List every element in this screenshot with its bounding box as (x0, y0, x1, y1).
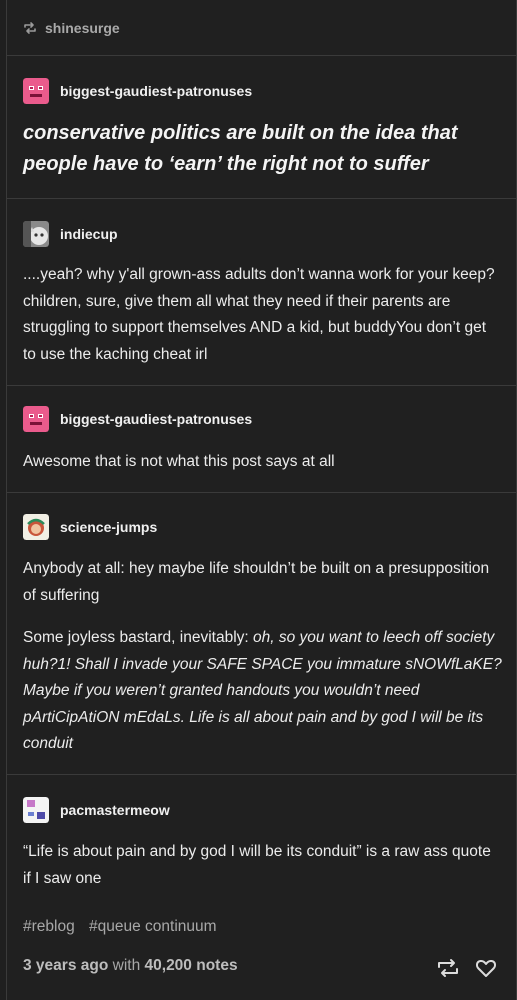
post-block: biggest-gaudiest-patronuses conservative… (7, 56, 516, 199)
avatar[interactable] (23, 514, 49, 540)
post-author[interactable]: pacmastermeow (23, 797, 170, 823)
post-actions (436, 956, 498, 980)
post-block: science-jumps Anybody at all: hey maybe … (7, 493, 516, 775)
post-author[interactable]: science-jumps (23, 514, 157, 540)
post-body-prefix: Some joyless bastard, inevitably: (23, 629, 254, 646)
reblog-icon (23, 21, 37, 35)
post-body: “Life is about pain and by god I will be… (23, 843, 491, 887)
reblog-icon[interactable] (436, 956, 460, 980)
post-body: ....yeah? why y'all grown-ass adults don… (23, 266, 495, 363)
username[interactable]: indiecup (60, 226, 118, 242)
post-author[interactable]: biggest-gaudiest-patronuses (23, 78, 252, 104)
tag-list: #reblog #queue continuum (23, 918, 227, 936)
username[interactable]: biggest-gaudiest-patronuses (60, 83, 252, 99)
post-block: biggest-gaudiest-patronuses Awesome that… (7, 386, 516, 493)
tumblr-post-card: shinesurge biggest-gaudiest-patronuses c… (6, 0, 517, 1000)
post-body-italic: oh, so you want to leech off society huh… (23, 629, 502, 752)
post-author[interactable]: indiecup (23, 221, 118, 247)
post-footer: 3 years ago with 40,200 notes (23, 957, 238, 975)
username[interactable]: biggest-gaudiest-patronuses (60, 411, 252, 427)
username[interactable]: pacmastermeow (60, 802, 170, 818)
avatar[interactable] (23, 78, 49, 104)
username[interactable]: science-jumps (60, 519, 157, 535)
avatar[interactable] (23, 221, 49, 247)
tag-link[interactable]: #reblog (23, 918, 75, 935)
notes-count[interactable]: 40,200 notes (145, 957, 238, 974)
post-body: Awesome that is not what this post says … (23, 453, 335, 470)
reblog-header: shinesurge (7, 0, 516, 56)
post-body: conservative politics are built on the i… (23, 122, 458, 175)
post-body-continued: Some joyless bastard, inevitably: oh, so… (23, 625, 502, 758)
post-body: Anybody at all: hey maybe life shouldn’t… (23, 560, 490, 604)
heart-icon[interactable] (474, 956, 498, 980)
post-block: pacmastermeow “Life is about pain and by… (7, 775, 516, 900)
tag-link[interactable]: #queue continuum (89, 918, 217, 935)
reblogged-by-username[interactable]: shinesurge (45, 20, 120, 36)
post-author[interactable]: biggest-gaudiest-patronuses (23, 406, 252, 432)
footer-with: with (112, 957, 141, 974)
avatar[interactable] (23, 406, 49, 432)
post-timestamp[interactable]: 3 years ago (23, 957, 108, 974)
post-block: indiecup ....yeah? why y'all grown-ass a… (7, 199, 516, 386)
avatar[interactable] (23, 797, 49, 823)
